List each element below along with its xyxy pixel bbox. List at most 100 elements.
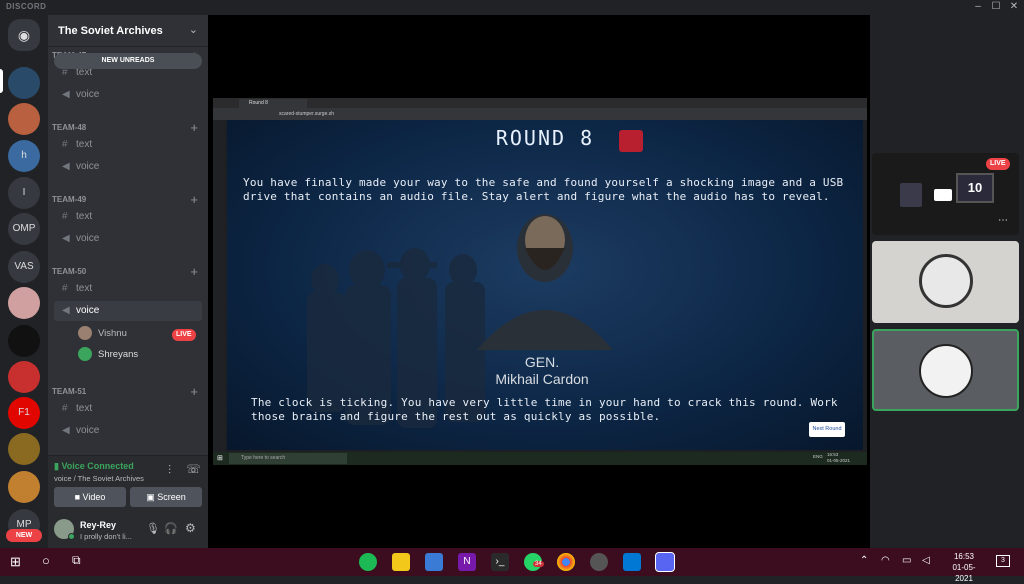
channel-text[interactable]: # text (54, 399, 202, 419)
general-name: GEN. Mikhail Cardon (467, 354, 617, 388)
voice-location[interactable]: voice / The Soviet Archives (54, 474, 144, 483)
file-explorer-icon[interactable] (425, 553, 443, 571)
stream-tile[interactable]: 10 LIVE ⋯ (872, 153, 1019, 235)
speaker-icon: ◀ (62, 233, 70, 244)
channel-text[interactable]: # text (54, 135, 202, 155)
new-unreads-banner[interactable]: NEW UNREADS (54, 53, 202, 69)
safe-icon (619, 130, 643, 152)
general-full-name: Mikhail Cardon (495, 371, 589, 387)
taskbar-clock[interactable]: 16:53 01-05-2021 (944, 551, 984, 584)
app-brand: DISCORD (6, 2, 47, 11)
channel-text[interactable]: # text (54, 279, 202, 299)
round-title: ROUND 8 (495, 126, 595, 150)
category-header[interactable]: TEAM-48 (52, 123, 86, 132)
server-icon[interactable] (8, 433, 40, 465)
disconnect-icon[interactable]: ☏ (186, 462, 201, 476)
shared-clock: 16:53 01-05-2021 (827, 452, 851, 463)
microphone-icon[interactable]: 🎙 (146, 522, 160, 535)
new-servers-badge[interactable]: NEW (6, 529, 42, 542)
url-text[interactable]: scared-stumper.surge.sh (279, 109, 334, 119)
category-header[interactable]: TEAM-49 (52, 195, 86, 204)
screen-icon: ▣ (146, 492, 158, 502)
chevron-up-icon[interactable]: ⌃ (860, 555, 868, 566)
onenote-icon[interactable]: N (458, 553, 476, 571)
close-button[interactable]: ✕ (1004, 0, 1024, 15)
voice-user-shreyans[interactable]: Shreyans (78, 346, 138, 364)
shared-screen[interactable]: Round 8 scared-stumper.surge.sh ROUND 8 … (213, 98, 867, 465)
server-icon[interactable] (8, 103, 40, 135)
server-icon[interactable] (8, 471, 40, 503)
channel-voice[interactable]: ◀ voice (54, 157, 202, 177)
whatsapp-badge: 34 (533, 561, 544, 567)
server-icon[interactable]: OMP (8, 213, 40, 245)
wifi-icon[interactable]: ◠ (881, 555, 890, 566)
online-status-icon (68, 533, 75, 540)
vscode-icon[interactable] (623, 553, 641, 571)
obs-icon[interactable] (590, 553, 608, 571)
settings-gear-icon[interactable]: ⚙ (185, 521, 196, 535)
video-button[interactable]: ■ Video (54, 487, 126, 507)
voice-user-name: Vishnu (98, 328, 127, 339)
maximize-button[interactable]: ☐ (986, 0, 1006, 15)
terminal-icon[interactable]: ›_ (491, 553, 509, 571)
notification-center-icon[interactable]: 3 (996, 555, 1010, 567)
category-header[interactable]: TEAM-51 (52, 387, 86, 396)
noise-suppression-icon[interactable]: ⫶ (168, 463, 171, 478)
channel-voice[interactable]: ◀ voice (54, 229, 202, 249)
shared-taskbar: ⊞ Type here to search ENG 16:53 01-05-20… (213, 452, 867, 465)
chevron-down-icon[interactable]: ⌄ (189, 23, 198, 36)
username: Rey-Rey (80, 520, 117, 530)
screen-number: 10 (956, 173, 994, 203)
discord-home-button[interactable]: ◉ (8, 19, 40, 51)
add-channel-icon[interactable]: + (190, 385, 198, 398)
speaker-icon: ◀ (62, 425, 70, 436)
server-icon[interactable]: h (8, 140, 40, 172)
channel-name: text (76, 283, 93, 294)
voice-user-name: Shreyans (98, 349, 139, 360)
participant-tile[interactable] (872, 241, 1019, 323)
server-list: ◉ h I OMP VAS F1 MP (0, 15, 48, 548)
more-options-icon[interactable]: ⋯ (998, 215, 1008, 226)
search-icon[interactable]: ○ (42, 553, 50, 568)
voice-user-vishnu[interactable]: Vishnu (78, 325, 127, 343)
channel-name: voice (76, 89, 100, 100)
participant-avatar (919, 254, 973, 308)
battery-icon[interactable]: ▭ (902, 555, 911, 566)
server-icon[interactable] (8, 361, 40, 393)
headphones-icon[interactable]: 🎧 (164, 522, 178, 535)
minimize-button[interactable]: – (968, 0, 988, 15)
windows-start-icon[interactable]: ⊞ (10, 554, 21, 570)
hashtag-icon: # (62, 283, 68, 294)
next-round-button[interactable]: Next Round (809, 422, 845, 437)
add-channel-icon[interactable]: + (190, 265, 198, 278)
sticky-notes-icon[interactable] (392, 553, 410, 571)
hashtag-icon: # (62, 211, 68, 222)
chrome-icon[interactable] (557, 553, 575, 571)
user-panel: Rey-Rey I prolly don't li... 🎙 🎧 ⚙ (48, 511, 208, 548)
browser-tab[interactable]: Round 8 (239, 99, 307, 108)
add-channel-icon[interactable]: + (190, 121, 198, 134)
server-icon[interactable] (8, 325, 40, 357)
task-view-icon[interactable]: ⧉ (72, 553, 81, 568)
add-channel-icon[interactable]: + (190, 193, 198, 206)
server-icon[interactable]: F1 (8, 397, 40, 429)
volume-icon[interactable]: ◁ (922, 555, 930, 566)
server-icon[interactable]: I (8, 177, 40, 209)
channel-voice[interactable]: ◀ voice (54, 421, 202, 441)
screen-share-button[interactable]: ▣ Screen (130, 487, 202, 507)
server-icon[interactable]: VAS (8, 251, 40, 283)
category-header[interactable]: TEAM-50 (52, 267, 86, 276)
server-header[interactable]: The Soviet Archives ⌄ (48, 15, 208, 47)
server-icon[interactable] (8, 67, 40, 99)
participant-tile-speaking[interactable] (872, 329, 1019, 411)
channel-voice[interactable]: ◀ voice (54, 85, 202, 105)
channel-voice[interactable]: ◀ voice (54, 301, 202, 321)
channel-name: voice (76, 233, 100, 244)
spotify-icon[interactable] (359, 553, 377, 571)
speaker-icon: ◀ (62, 305, 70, 316)
server-icon[interactable] (8, 287, 40, 319)
window-titlebar: DISCORD – ☐ ✕ (0, 0, 1024, 15)
channel-name: text (76, 403, 93, 414)
discord-taskbar-icon[interactable] (655, 552, 675, 572)
channel-text[interactable]: # text (54, 207, 202, 227)
